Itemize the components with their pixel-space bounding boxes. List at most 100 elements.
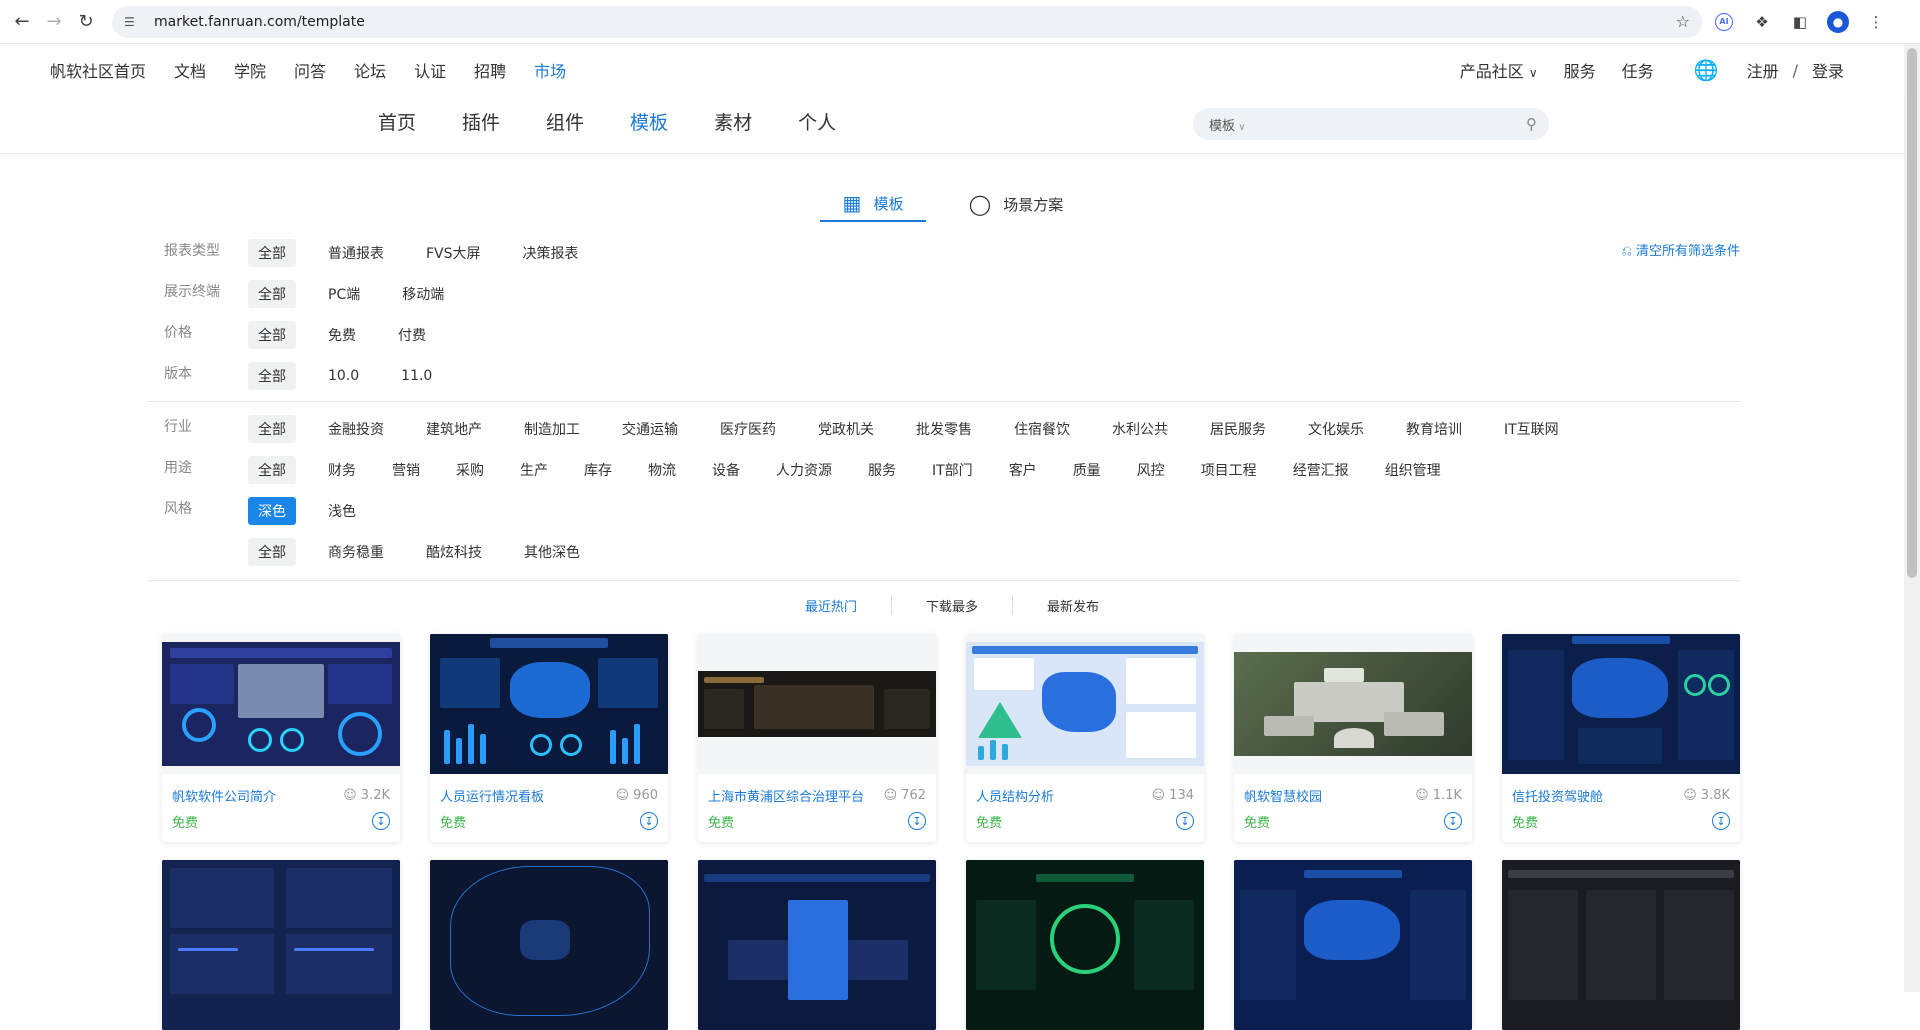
template-thumbnail[interactable] bbox=[1234, 860, 1472, 1030]
filter-option[interactable]: 全部 bbox=[248, 537, 296, 566]
filter-option[interactable]: 党政机关 bbox=[808, 415, 884, 443]
filter-option[interactable]: 移动端 bbox=[392, 280, 454, 308]
template-thumbnail[interactable] bbox=[966, 634, 1204, 774]
side-panel-icon[interactable]: ◧ bbox=[1784, 6, 1816, 38]
template-card[interactable] bbox=[966, 860, 1204, 1030]
login-link[interactable]: 登录 bbox=[1812, 58, 1844, 82]
filter-option[interactable]: 库存 bbox=[574, 456, 622, 484]
download-icon[interactable]: ↧ bbox=[372, 812, 390, 830]
filter-option[interactable]: 营销 bbox=[382, 456, 430, 484]
template-thumbnail[interactable] bbox=[1502, 634, 1740, 774]
filter-option[interactable]: 财务 bbox=[318, 456, 366, 484]
template-card[interactable]: 帆软软件公司简介 ☺ 3.2K 免费 ↧ bbox=[162, 634, 400, 842]
template-thumbnail[interactable] bbox=[162, 860, 400, 1030]
download-icon[interactable]: ↧ bbox=[1712, 812, 1730, 830]
topnav-docs[interactable]: 文档 bbox=[174, 58, 206, 82]
filter-option[interactable]: 全部 bbox=[248, 279, 296, 308]
filter-option[interactable]: 全部 bbox=[248, 414, 296, 443]
template-card[interactable]: 人员结构分析 ☺ 134 免费 ↧ bbox=[966, 634, 1204, 842]
filter-option[interactable]: 全部 bbox=[248, 320, 296, 349]
url-text[interactable]: market.fanruan.com/template bbox=[154, 14, 1676, 30]
filter-option[interactable]: 服务 bbox=[858, 456, 906, 484]
template-card[interactable] bbox=[1502, 860, 1740, 1030]
filter-option[interactable]: 项目工程 bbox=[1191, 456, 1267, 484]
topnav-forum[interactable]: 论坛 bbox=[354, 58, 386, 82]
ai-extension-icon[interactable]: AI bbox=[1708, 6, 1740, 38]
topnav-jobs[interactable]: 招聘 bbox=[474, 58, 506, 82]
template-thumbnail[interactable] bbox=[966, 860, 1204, 1030]
template-card[interactable] bbox=[430, 860, 668, 1030]
template-name[interactable]: 帆软软件公司简介 bbox=[172, 786, 276, 805]
register-link[interactable]: 注册 bbox=[1747, 58, 1779, 82]
search-input[interactable]: 模板 ⚲ bbox=[1193, 108, 1549, 140]
subnav-tab-personal[interactable]: 个人 bbox=[798, 108, 836, 135]
forward-icon[interactable]: → bbox=[40, 8, 68, 36]
template-thumbnail[interactable] bbox=[1234, 634, 1472, 774]
subnav-tab-components[interactable]: 组件 bbox=[546, 108, 584, 135]
sort-downloads[interactable]: 下载最多 bbox=[892, 596, 1013, 615]
globe-icon[interactable]: 🌐 bbox=[1694, 58, 1719, 82]
address-bar[interactable]: ☰ market.fanruan.com/template ☆ bbox=[112, 5, 1702, 38]
template-thumbnail[interactable] bbox=[430, 634, 668, 774]
template-thumbnail[interactable] bbox=[698, 634, 936, 774]
template-card[interactable]: 帆软智慧校园 ☺ 1.1K 免费 ↧ bbox=[1234, 634, 1472, 842]
filter-option[interactable]: 采购 bbox=[446, 456, 494, 484]
template-card[interactable] bbox=[1234, 860, 1472, 1030]
filter-option[interactable]: 酷炫科技 bbox=[416, 538, 492, 566]
service-link[interactable]: 服务 bbox=[1564, 58, 1596, 82]
download-icon[interactable]: ↧ bbox=[908, 812, 926, 830]
filter-option[interactable]: IT部门 bbox=[922, 456, 983, 484]
profile-avatar-icon[interactable]: ● bbox=[1822, 6, 1854, 38]
filter-option[interactable]: 浅色 bbox=[318, 497, 366, 525]
site-settings-icon[interactable]: ☰ bbox=[124, 15, 142, 29]
topnav-qa[interactable]: 问答 bbox=[294, 58, 326, 82]
tab-templates[interactable]: ▦ 模板 bbox=[820, 186, 926, 222]
filter-option[interactable]: 物流 bbox=[638, 456, 686, 484]
filter-option[interactable]: PC端 bbox=[318, 280, 370, 308]
filter-option[interactable]: 风控 bbox=[1127, 456, 1175, 484]
filter-option[interactable]: 生产 bbox=[510, 456, 558, 484]
template-card[interactable]: 人员运行情况看板 ☺ 960 免费 ↧ bbox=[430, 634, 668, 842]
filter-option[interactable]: 其他深色 bbox=[514, 538, 590, 566]
back-icon[interactable]: ← bbox=[8, 8, 36, 36]
template-card[interactable] bbox=[162, 860, 400, 1030]
download-icon[interactable]: ↧ bbox=[1176, 812, 1194, 830]
filter-option[interactable]: 教育培训 bbox=[1396, 415, 1472, 443]
reload-icon[interactable]: ↻ bbox=[72, 8, 100, 36]
template-thumbnail[interactable] bbox=[430, 860, 668, 1030]
sort-hot[interactable]: 最近热门 bbox=[771, 596, 892, 615]
filter-option[interactable]: 建筑地产 bbox=[416, 415, 492, 443]
filter-option[interactable]: 全部 bbox=[248, 361, 296, 390]
extensions-puzzle-icon[interactable]: ❖ bbox=[1746, 6, 1778, 38]
filter-option[interactable]: 普通报表 bbox=[318, 239, 394, 267]
topnav-academy[interactable]: 学院 bbox=[234, 58, 266, 82]
clear-filters-button[interactable]: ⎌ 清空所有筛选条件 bbox=[1621, 240, 1740, 259]
bookmark-star-icon[interactable]: ☆ bbox=[1676, 12, 1690, 31]
filter-option[interactable]: 设备 bbox=[702, 456, 750, 484]
filter-option[interactable]: 居民服务 bbox=[1200, 415, 1276, 443]
filter-option[interactable]: 10.0 bbox=[318, 364, 369, 388]
filter-option[interactable]: 交通运输 bbox=[612, 415, 688, 443]
search-scope-select[interactable]: 模板 bbox=[1209, 115, 1246, 134]
filter-option[interactable]: 制造加工 bbox=[514, 415, 590, 443]
subnav-tab-materials[interactable]: 素材 bbox=[714, 108, 752, 135]
filter-option[interactable]: IT互联网 bbox=[1494, 415, 1569, 443]
subnav-tab-plugins[interactable]: 插件 bbox=[462, 108, 500, 135]
task-link[interactable]: 任务 bbox=[1622, 58, 1654, 82]
filter-option[interactable]: 批发零售 bbox=[906, 415, 982, 443]
download-icon[interactable]: ↧ bbox=[1444, 812, 1462, 830]
filter-option[interactable]: 决策报表 bbox=[513, 239, 589, 267]
filter-option[interactable]: FVS大屏 bbox=[416, 239, 491, 267]
template-name[interactable]: 人员运行情况看板 bbox=[440, 786, 544, 805]
filter-option[interactable]: 全部 bbox=[248, 455, 296, 484]
template-card[interactable]: 上海市黄浦区综合治理平台 ☺ 762 免费 ↧ bbox=[698, 634, 936, 842]
template-thumbnail[interactable] bbox=[698, 860, 936, 1030]
product-community-menu[interactable]: 产品社区 ∨ bbox=[1434, 58, 1538, 82]
tab-scenarios[interactable]: ◯ 场景方案 bbox=[956, 186, 1076, 222]
topnav-market[interactable]: 市场 bbox=[534, 58, 566, 82]
topnav-home[interactable]: 帆软社区首页 bbox=[50, 58, 146, 82]
template-thumbnail[interactable] bbox=[162, 634, 400, 774]
filter-option[interactable]: 金融投资 bbox=[318, 415, 394, 443]
download-icon[interactable]: ↧ bbox=[640, 812, 658, 830]
filter-option[interactable]: 住宿餐饮 bbox=[1004, 415, 1080, 443]
